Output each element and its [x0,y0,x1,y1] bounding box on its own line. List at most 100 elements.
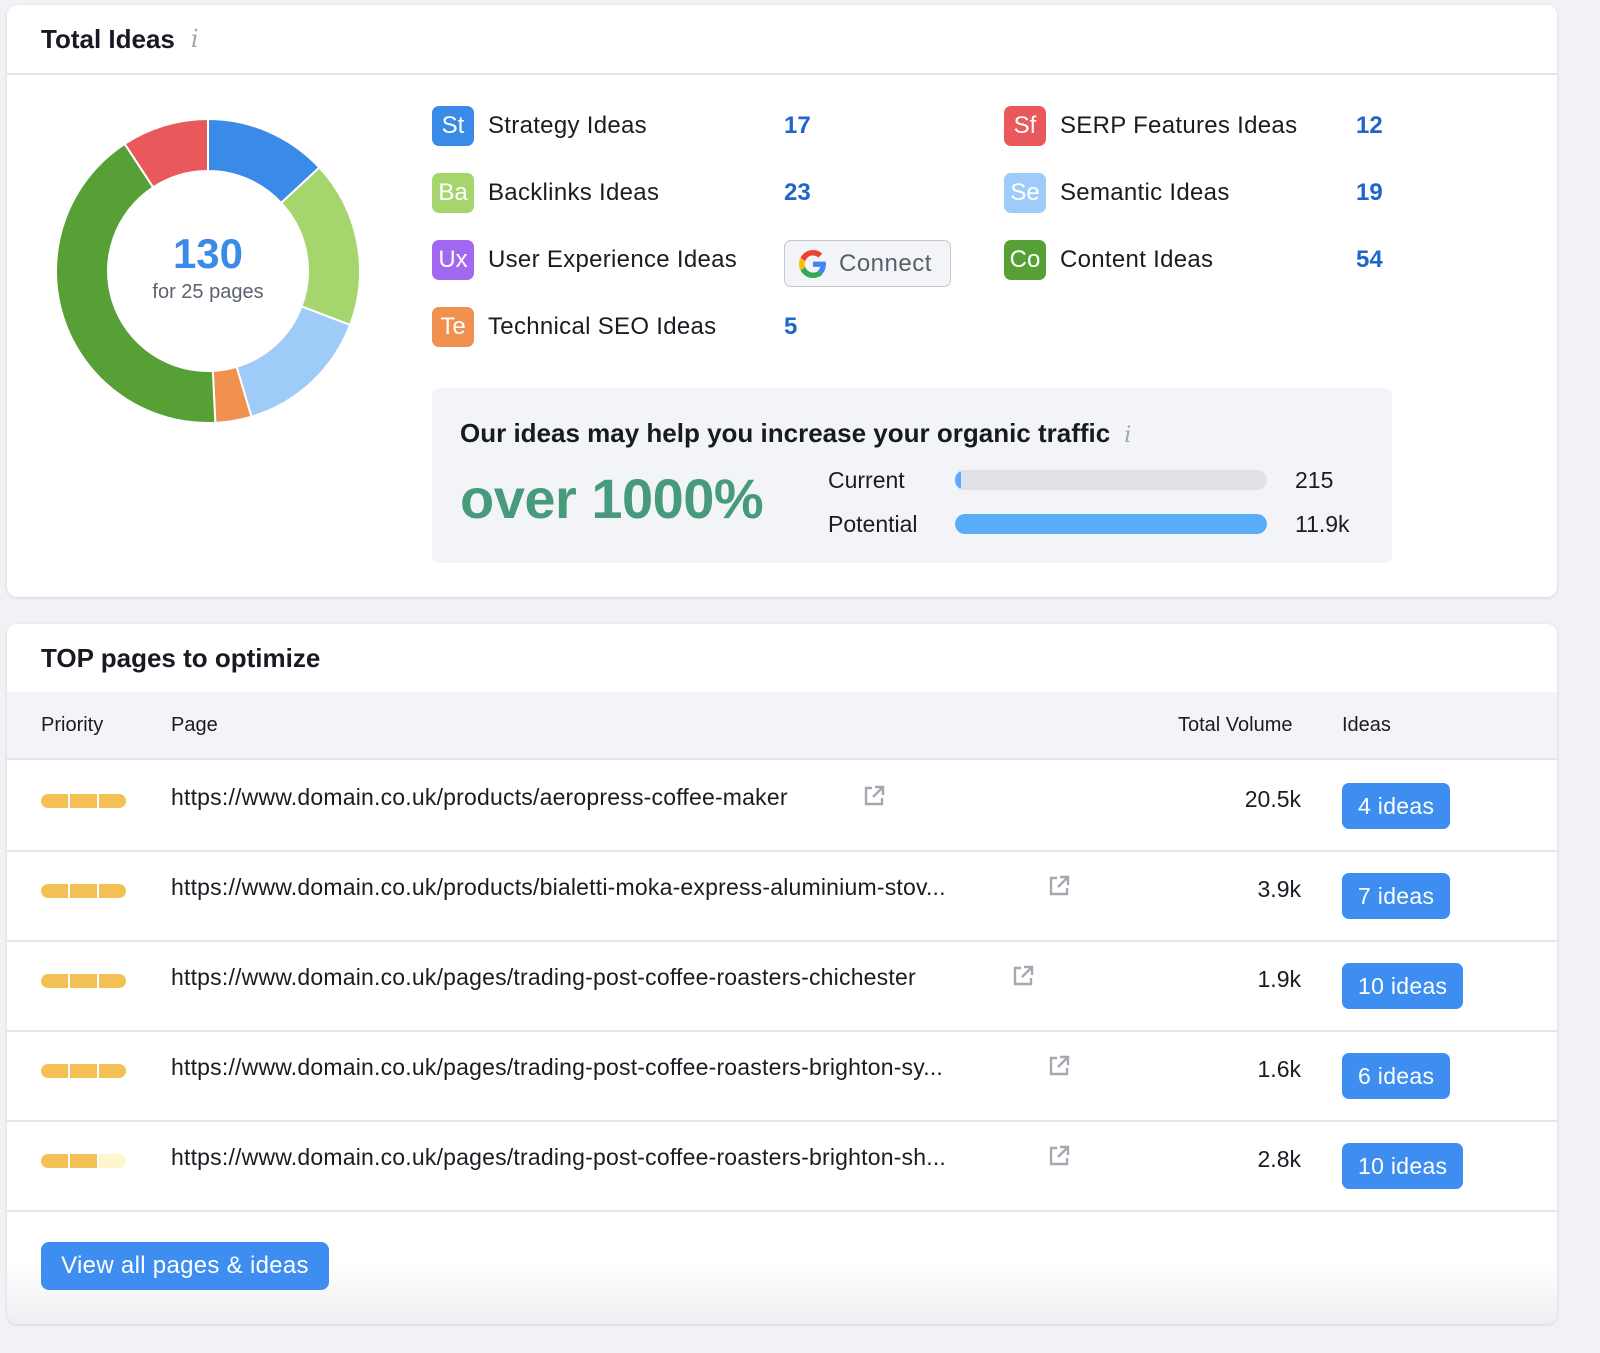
external-link-icon[interactable] [1047,874,1071,898]
category-user-experience[interactable]: Ux User Experience Ideas [432,239,737,281]
ideas-button[interactable]: 10 ideas [1342,963,1464,1009]
priority-segment [41,974,68,988]
category-content[interactable]: Co Content Ideas [1004,239,1213,281]
page-url-link[interactable]: https://www.domain.co.uk/pages/trading-p… [171,964,916,991]
technical-seo-count[interactable]: 5 [784,313,797,341]
semantic-count[interactable]: 19 [1356,179,1383,207]
category-backlinks[interactable]: Ba Backlinks Ideas [432,172,659,214]
serp-features-badge-icon: Sf [1004,106,1046,146]
priority-segment [70,884,97,898]
content-count[interactable]: 54 [1356,246,1383,274]
priority-indicator [41,974,126,988]
priority-segment [41,884,68,898]
backlinks-badge-icon: Ba [432,173,474,213]
total-volume-value: 1.6k [1257,1056,1301,1082]
semantic-badge-icon: Se [1004,173,1046,213]
external-link-icon[interactable] [1011,964,1035,988]
category-label: Semantic Ideas [1060,179,1230,206]
column-header-page[interactable]: Page [171,714,218,737]
priority-segment [70,1154,97,1168]
priority-indicator [41,794,126,808]
serp-features-count[interactable]: 12 [1356,112,1383,140]
traffic-title: Our ideas may help you increase your org… [460,418,1131,449]
potential-traffic-bar [955,514,1267,534]
top-pages-card: TOP pages to optimize Priority Page Tota… [7,624,1557,1324]
priority-segment [70,974,97,988]
category-technical-seo[interactable]: Te Technical SEO Ideas [432,306,717,348]
backlinks-count[interactable]: 23 [784,179,811,207]
ideas-button[interactable]: 7 ideas [1342,873,1451,919]
current-traffic-bar [955,470,1267,490]
page-url-link[interactable]: https://www.domain.co.uk/pages/trading-p… [171,1054,943,1081]
table-row[interactable]: https://www.domain.co.uk/pages/trading-p… [7,1032,1557,1122]
info-icon[interactable]: i [191,25,199,53]
page-url-link[interactable]: https://www.domain.co.uk/pages/trading-p… [171,1144,946,1171]
priority-indicator [41,1064,126,1078]
traffic-row-label: Current [828,466,905,493]
table-row[interactable]: https://www.domain.co.uk/products/bialet… [7,852,1557,942]
table-row[interactable]: https://www.domain.co.uk/pages/trading-p… [7,942,1557,1032]
connect-label: Connect [839,249,932,277]
category-label: SERP Features Ideas [1060,112,1298,139]
category-label: Strategy Ideas [488,112,647,139]
google-connect-button[interactable]: Connect [784,240,951,287]
category-semantic[interactable]: Se Semantic Ideas [1004,172,1230,214]
current-traffic-bar-fill [955,470,961,490]
column-header-total-volume[interactable]: Total Volume [1178,714,1293,737]
priority-segment [99,974,126,988]
ideas-button[interactable]: 10 ideas [1342,1143,1464,1189]
total-ideas-title: Total Ideas [41,23,175,54]
priority-segment [41,794,68,808]
top-pages-title: TOP pages to optimize [41,642,321,673]
priority-segment [41,1064,68,1078]
priority-segment [70,794,97,808]
category-serp-features[interactable]: Sf SERP Features Ideas [1004,105,1297,147]
priority-indicator [41,1154,126,1168]
category-label: Backlinks Ideas [488,179,660,206]
google-icon [799,249,826,278]
donut-total: 130 [172,229,244,277]
external-link-icon[interactable] [862,784,886,808]
category-strategy[interactable]: St Strategy Ideas [432,105,647,147]
traffic-potential-box: Our ideas may help you increase your org… [432,388,1392,563]
total-volume-value: 3.9k [1257,876,1301,902]
total-volume-value: 2.8k [1257,1146,1301,1172]
table-row[interactable]: https://www.domain.co.uk/pages/trading-p… [7,1122,1557,1212]
category-label: Technical SEO Ideas [488,313,717,340]
traffic-title-text: Our ideas may help you increase your org… [460,418,1111,448]
priority-segment [99,794,126,808]
traffic-row-label: Potential [828,510,918,537]
table-row[interactable]: https://www.domain.co.uk/products/aeropr… [7,762,1557,852]
external-link-icon[interactable] [1047,1144,1071,1168]
total-ideas-header: Total Ideas i [7,5,1557,75]
total-volume-value: 1.9k [1257,966,1301,992]
external-link-icon[interactable] [1047,1054,1071,1078]
strategy-count[interactable]: 17 [784,112,811,140]
ideas-button[interactable]: 4 ideas [1342,783,1451,829]
top-pages-header: TOP pages to optimize [7,624,1557,692]
ideas-button[interactable]: 6 ideas [1342,1053,1451,1099]
traffic-row-value: 215 [1295,466,1334,493]
column-header-priority[interactable]: Priority [41,714,103,737]
total-volume-value: 20.5k [1244,786,1301,812]
strategy-badge-icon: St [432,106,474,146]
priority-indicator [41,884,126,898]
table-header: Priority Page Total Volume Ideas [7,692,1557,760]
page-url-link[interactable]: https://www.domain.co.uk/products/aeropr… [171,784,788,811]
traffic-increase-headline: over 1000% [460,467,764,530]
info-icon[interactable]: i [1124,423,1131,448]
traffic-row-potential: Potential 11.9k [828,509,1350,539]
priority-segment [99,884,126,898]
priority-segment [41,1154,68,1168]
page-url-link[interactable]: https://www.domain.co.uk/products/bialet… [171,874,946,901]
category-label: User Experience Ideas [488,246,738,273]
column-header-ideas[interactable]: Ideas [1342,714,1391,737]
potential-traffic-bar-fill [955,514,1267,534]
ux-badge-icon: Ux [432,240,474,280]
view-all-pages-button[interactable]: View all pages & ideas [41,1242,329,1290]
donut-subtitle: for 25 pages [152,280,264,303]
traffic-row-value: 11.9k [1295,510,1350,537]
content-badge-icon: Co [1004,240,1046,280]
priority-segment [99,1064,126,1078]
traffic-row-current: Current 215 [828,465,1333,495]
